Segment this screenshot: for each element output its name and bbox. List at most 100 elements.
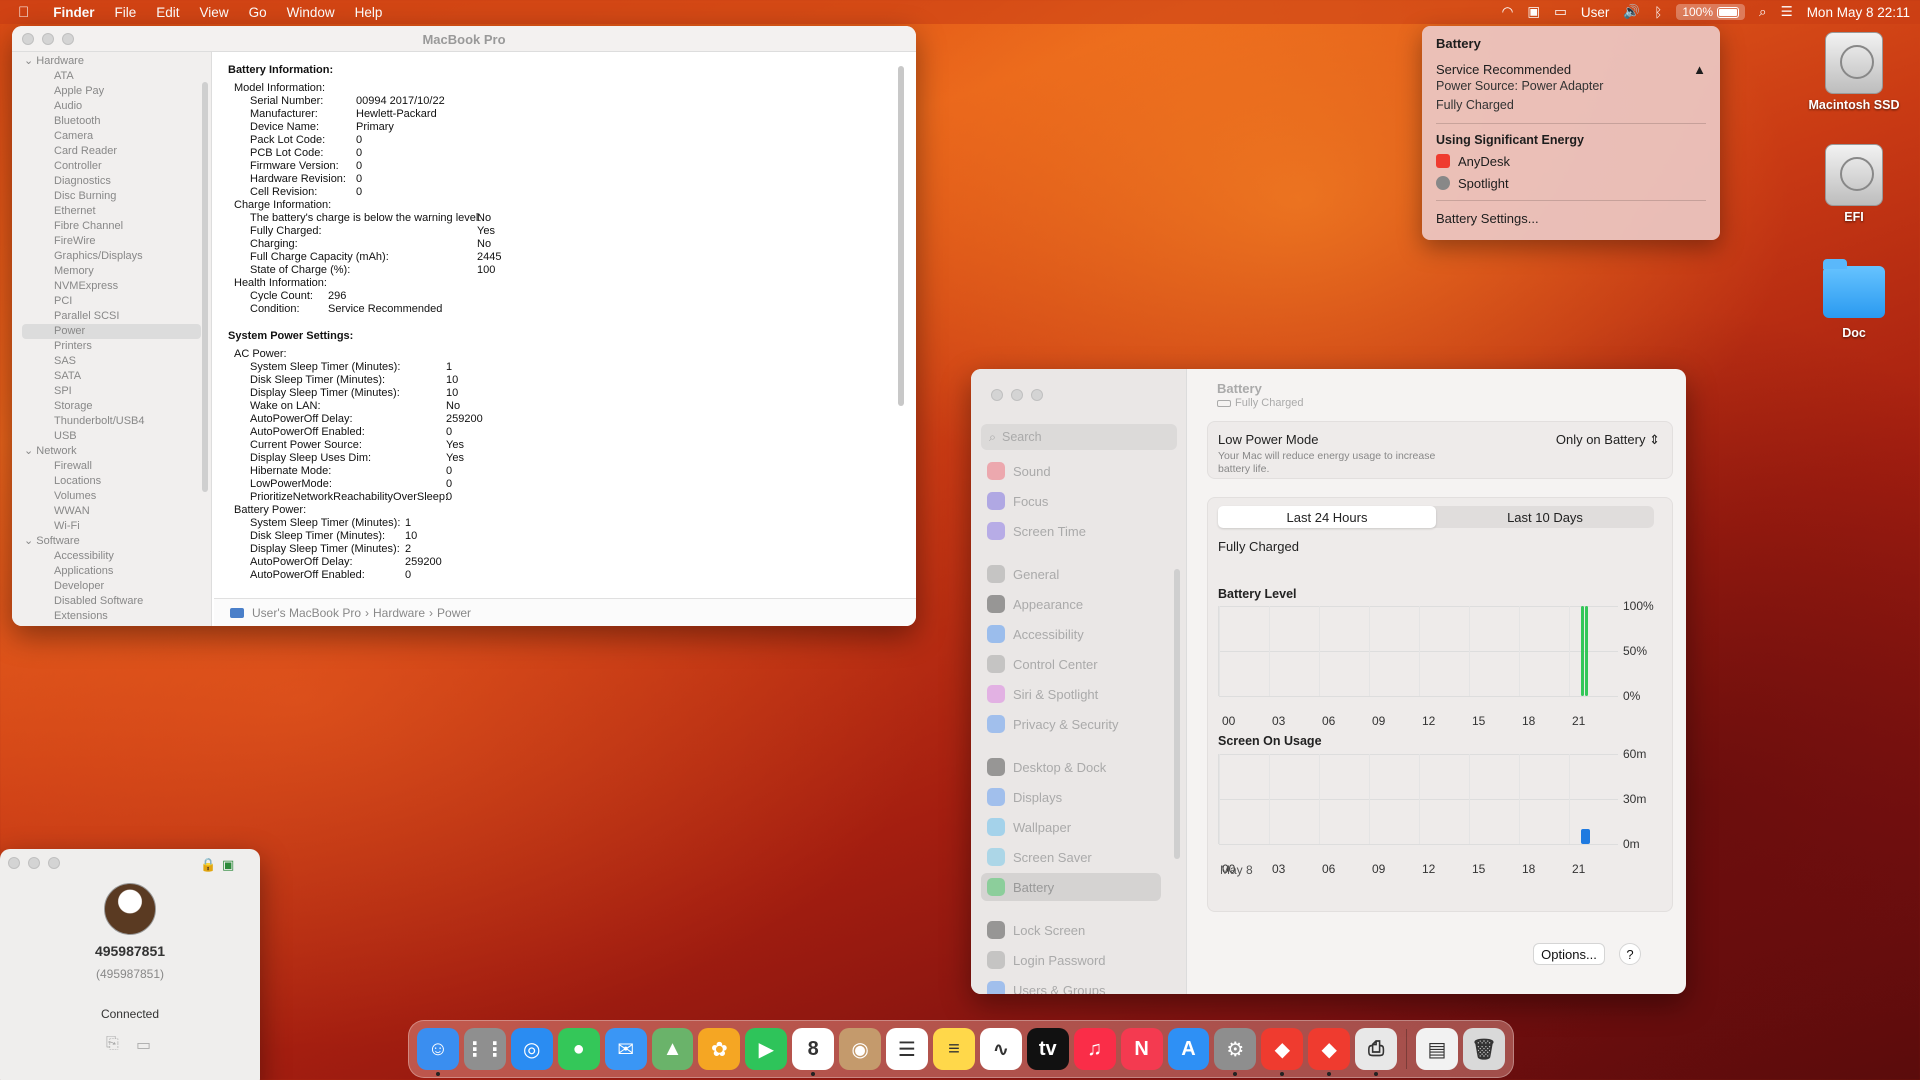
tree-item[interactable]: NVMExpress <box>12 279 211 294</box>
menu-clock[interactable]: Mon May 8 22:11 <box>1807 5 1910 20</box>
nav-item[interactable]: Login Password <box>981 946 1161 974</box>
control-center-icon[interactable]: ☰ <box>1781 4 1793 20</box>
tab-last-24-hours[interactable]: Last 24 Hours <box>1218 506 1436 528</box>
tree-item[interactable]: Firewall <box>12 459 211 474</box>
volume-icon[interactable]: 🔊 <box>1623 4 1640 20</box>
tree-item[interactable]: Locations <box>12 474 211 489</box>
sidebar-scrollbar[interactable] <box>202 82 208 492</box>
tree-group[interactable]: Software <box>12 534 211 549</box>
dock-app[interactable]: ◆ <box>1308 1028 1351 1076</box>
low-power-select[interactable]: Only on Battery ⇕ <box>1556 432 1660 448</box>
dock-app[interactable]: ∿ <box>979 1028 1022 1070</box>
dock-app[interactable]: ▶ <box>745 1028 788 1070</box>
tree-item[interactable]: WWAN <box>12 504 211 519</box>
nav-item[interactable]: Battery <box>981 873 1161 901</box>
tree-item[interactable]: Wi-Fi <box>12 519 211 534</box>
bluetooth-icon[interactable]: ᛒ <box>1654 5 1662 20</box>
tree-item[interactable]: Controller <box>12 159 211 174</box>
dock-app[interactable]: ☺ <box>417 1028 459 1076</box>
nav-item[interactable]: Desktop & Dock <box>981 753 1161 781</box>
dock-app[interactable]: tv <box>1026 1028 1069 1070</box>
sidebar-scrollbar[interactable] <box>1174 569 1180 859</box>
tree-item[interactable]: Diagnostics <box>12 174 211 189</box>
nav-item[interactable]: Screen Saver <box>981 843 1161 871</box>
dock-app[interactable]: ▤ <box>1416 1028 1458 1070</box>
tree-item[interactable]: Power <box>22 324 201 339</box>
dock-app[interactable]: ≡ <box>932 1028 975 1070</box>
tree-item[interactable]: Camera <box>12 129 211 144</box>
close-button[interactable] <box>991 389 1003 401</box>
desktop-icon-doc[interactable]: Doc <box>1799 259 1909 340</box>
nav-item[interactable]: Appearance <box>981 590 1161 618</box>
path-item[interactable]: User's MacBook Pro <box>252 606 361 620</box>
tree-item[interactable]: Extensions <box>12 609 211 624</box>
tree-item[interactable]: PCI <box>12 294 211 309</box>
chat-icon[interactable]: ▭ <box>136 1035 151 1055</box>
minimize-button[interactable] <box>28 857 40 869</box>
tree-item[interactable]: Ethernet <box>12 204 211 219</box>
tree-item[interactable]: Fibre Channel <box>12 219 211 234</box>
dock-app[interactable]: A <box>1167 1028 1210 1070</box>
tab-last-10-days[interactable]: Last 10 Days <box>1436 506 1654 528</box>
close-button[interactable] <box>8 857 20 869</box>
tree-item[interactable]: Disabled Software <box>12 594 211 609</box>
tree-item[interactable]: USB <box>12 429 211 444</box>
nav-item[interactable]: Screen Time <box>981 517 1161 545</box>
tree-item[interactable]: SPI <box>12 384 211 399</box>
window-titlebar[interactable]: MacBook Pro <box>12 26 916 52</box>
dock-app[interactable]: ✿ <box>698 1028 741 1070</box>
battery-status-menu[interactable]: 100% <box>1676 4 1746 20</box>
dock-app[interactable]: ✉ <box>604 1028 647 1070</box>
menu-window[interactable]: Window <box>277 5 345 20</box>
nav-item[interactable]: Sound <box>981 457 1161 485</box>
monitor-icon[interactable]: ▣ <box>222 857 234 873</box>
activity-icon[interactable]: ▣ <box>1527 4 1540 20</box>
desktop-icon-macintosh-ssd[interactable]: Macintosh SSD <box>1799 32 1909 112</box>
tree-item[interactable]: FireWire <box>12 234 211 249</box>
dock-app[interactable]: ◉ <box>839 1028 882 1070</box>
dock-app[interactable]: ⋮⋮ <box>463 1028 506 1070</box>
dock-app[interactable]: ◆ <box>1261 1028 1304 1076</box>
nav-item[interactable]: Wallpaper <box>981 813 1161 841</box>
help-button[interactable]: ? <box>1619 943 1641 965</box>
wifi-icon[interactable]: ◠ <box>1502 4 1514 20</box>
tree-item[interactable]: Card Reader <box>12 144 211 159</box>
menu-file[interactable]: File <box>105 5 147 20</box>
path-item[interactable]: Hardware <box>373 606 425 620</box>
tree-item[interactable]: Audio <box>12 99 211 114</box>
dock-app[interactable]: ⎙ <box>1355 1028 1398 1076</box>
energy-app-spotlight[interactable]: Spotlight <box>1436 172 1706 194</box>
tree-group[interactable]: Hardware <box>12 54 211 69</box>
dock-app[interactable]: N <box>1120 1028 1163 1070</box>
nav-item[interactable]: General <box>981 560 1161 588</box>
energy-app-anydesk[interactable]: AnyDesk <box>1436 150 1706 172</box>
tree-item[interactable]: ATA <box>12 69 211 84</box>
lock-icon[interactable]: 🔒 <box>200 857 216 873</box>
nav-item[interactable]: Privacy & Security <box>981 710 1161 738</box>
desktop-icon-efi[interactable]: EFI <box>1799 144 1909 224</box>
nav-item[interactable]: Control Center <box>981 650 1161 678</box>
zoom-button[interactable] <box>1031 389 1043 401</box>
tree-item[interactable]: Storage <box>12 399 211 414</box>
nav-item[interactable]: Displays <box>981 783 1161 811</box>
file-transfer-icon[interactable]: ⎘ <box>106 1035 119 1053</box>
dock-app[interactable]: ● <box>557 1028 600 1070</box>
menu-help[interactable]: Help <box>345 5 393 20</box>
tree-item[interactable]: Applications <box>12 564 211 579</box>
tree-group[interactable]: Network <box>12 444 211 459</box>
nav-item[interactable]: Users & Groups <box>981 976 1161 994</box>
nav-item[interactable]: Accessibility <box>981 620 1161 648</box>
zoom-button[interactable] <box>48 857 60 869</box>
user-menu[interactable]: User <box>1581 5 1610 20</box>
tree-item[interactable]: Bluetooth <box>12 114 211 129</box>
dock-app[interactable]: ◎ <box>510 1028 553 1070</box>
options-button[interactable]: Options... <box>1533 943 1605 965</box>
search-field[interactable]: ⌕ Search <box>981 424 1177 450</box>
dock-app[interactable]: 🗑 <box>1462 1028 1505 1070</box>
nav-item[interactable]: Focus <box>981 487 1161 515</box>
dock-app[interactable]: ⚙ <box>1214 1028 1257 1076</box>
tree-item[interactable]: Disc Burning <box>12 189 211 204</box>
nav-item[interactable]: Lock Screen <box>981 916 1161 944</box>
tree-item[interactable]: SAS <box>12 354 211 369</box>
dock-app[interactable]: ▲ <box>651 1028 694 1070</box>
